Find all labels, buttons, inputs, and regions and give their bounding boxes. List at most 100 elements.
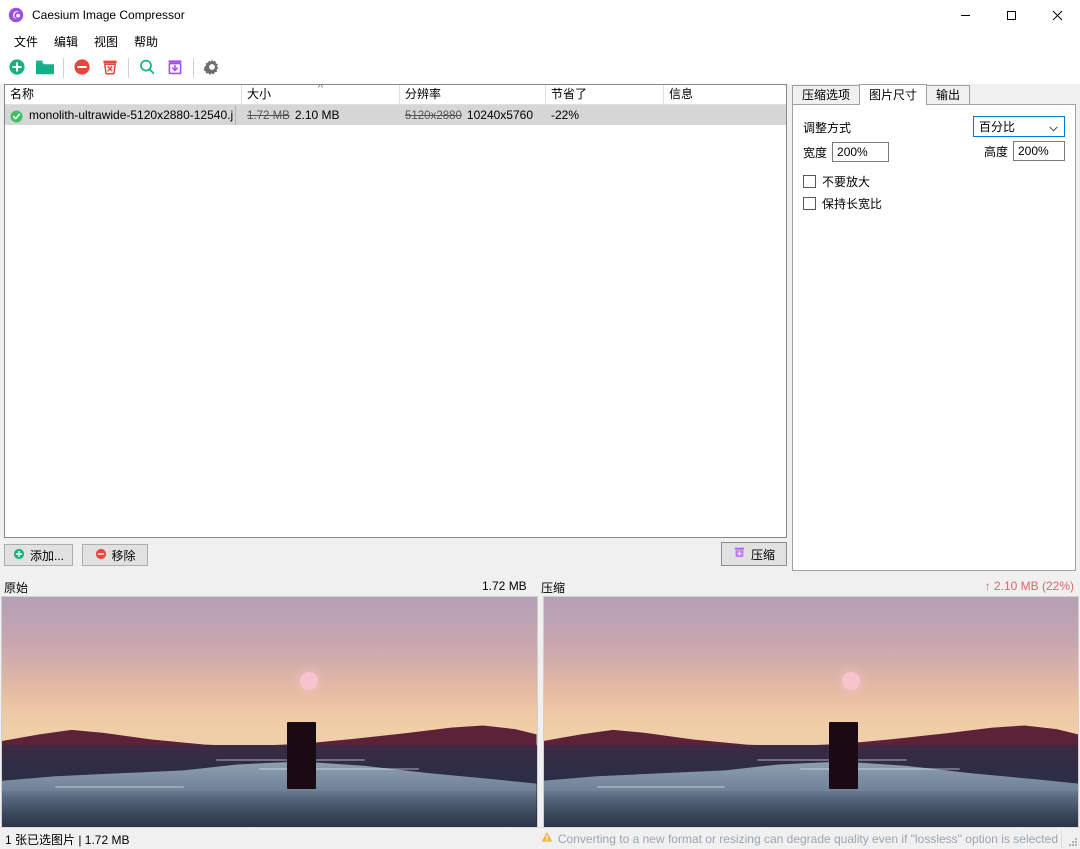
column-header-info-label: 信息 <box>669 87 694 101</box>
monolith <box>828 721 858 789</box>
window-controls <box>942 0 1080 30</box>
folder-icon <box>35 58 55 79</box>
gear-icon <box>203 58 221 79</box>
tab-output[interactable]: 输出 <box>926 85 971 105</box>
close-button[interactable] <box>1034 0 1080 30</box>
settings-button[interactable] <box>198 54 226 82</box>
preview-header: 原始 1.72 MB 压缩 ↑ 2.10 MB (22%) <box>0 578 1080 596</box>
keep-aspect-checkbox[interactable] <box>803 196 816 210</box>
column-header-name[interactable]: 名称 <box>5 85 242 105</box>
menu-bar: 文件 编辑 视图 帮助 <box>0 30 1080 52</box>
add-folder-button[interactable] <box>31 54 59 82</box>
list-action-buttons: 添加... 移除 压缩 <box>4 540 787 570</box>
minus-circle-icon <box>73 58 91 79</box>
size-new-value: 2.10 MB <box>294 108 340 122</box>
monolith <box>287 721 317 789</box>
toolbar-separator <box>128 58 129 78</box>
resize-mode-row: 调整方式 百分比 <box>803 116 1065 138</box>
preview-button[interactable] <box>133 54 161 82</box>
cell-size: 1.72 MB 2.10 MB <box>242 105 400 125</box>
preview-compressed-label: 压缩 <box>541 581 566 595</box>
menu-help[interactable]: 帮助 <box>126 31 166 52</box>
tab-panel-image-size: 调整方式 百分比 宽度 200% 高度 200% 不要放大 保持长宽比 <box>792 104 1076 571</box>
preview-original-label: 原始 <box>4 581 29 595</box>
column-header-saved[interactable]: 节省了 <box>546 85 664 105</box>
table-row[interactable]: monolith-ultrawide-5120x2880-12540.j 1.7… <box>5 105 786 125</box>
remove-button[interactable]: 移除 <box>82 544 149 566</box>
compress-button[interactable]: 压缩 <box>721 542 787 566</box>
status-separator <box>1061 830 1062 848</box>
preview-compressed-image[interactable] <box>542 596 1079 829</box>
height-label: 高度 <box>983 144 1008 159</box>
column-header-resolution[interactable]: 分辨率 <box>400 85 546 105</box>
resize-mode-select[interactable]: 百分比 <box>973 116 1065 137</box>
warning-triangle-icon <box>541 831 553 846</box>
tab-compression-options[interactable]: 压缩选项 <box>792 85 861 105</box>
resize-grip[interactable] <box>1067 836 1077 846</box>
options-tabs: 压缩选项 图片尺寸 输出 <box>792 84 1076 105</box>
file-name-text: monolith-ultrawide-5120x2880-12540.j <box>29 105 237 125</box>
trash-x-icon <box>101 58 119 79</box>
width-input[interactable]: 200% <box>832 142 890 162</box>
main-area: 名称 大小 ^ 分辨率 节省了 信息 monolith-ultrawide-51… <box>0 84 1080 572</box>
landscape-scene <box>2 597 537 828</box>
cell-name: monolith-ultrawide-5120x2880-12540.j <box>5 105 242 125</box>
remove-files-button[interactable] <box>68 54 96 82</box>
file-list-panel[interactable]: 名称 大小 ^ 分辨率 节省了 信息 monolith-ultrawide-51… <box>4 84 787 538</box>
window-title: Caesium Image Compressor <box>32 8 185 22</box>
no-enlarge-row[interactable]: 不要放大 <box>803 170 1065 192</box>
sky <box>543 597 1078 750</box>
minimize-button[interactable] <box>942 0 988 30</box>
compress-button-label: 压缩 <box>750 547 775 562</box>
keep-aspect-row[interactable]: 保持长宽比 <box>803 192 1065 214</box>
desert-floor-shadow <box>2 791 537 828</box>
height-input[interactable]: 200% <box>1013 141 1065 161</box>
desert-floor-shadow <box>543 791 1078 828</box>
menu-view[interactable]: 视图 <box>86 31 126 52</box>
minus-circle-icon <box>95 548 107 563</box>
caesium-logo-icon <box>8 7 24 23</box>
options-panel: 压缩选项 图片尺寸 输出 调整方式 百分比 宽度 200% 高度 200% 不要… <box>792 84 1076 571</box>
resize-mode-label: 调整方式 <box>803 120 852 135</box>
cell-saved: -22% <box>551 108 580 122</box>
add-button-label: 添加... <box>30 548 65 563</box>
preview-original-image[interactable] <box>1 596 538 829</box>
preview-compressed-size: ↑ 2.10 MB (22%) <box>984 579 1074 593</box>
status-bar: 1 张已选图片 | 1.72 MB Converting to a new fo… <box>0 827 1080 849</box>
status-success-icon <box>10 109 23 122</box>
sun <box>841 672 860 691</box>
file-list-header: 名称 大小 ^ 分辨率 节省了 信息 <box>5 85 786 105</box>
preview-original-size: 1.72 MB <box>482 579 527 593</box>
no-enlarge-label: 不要放大 <box>822 174 871 189</box>
clear-list-button[interactable] <box>96 54 124 82</box>
resolution-new-value: 10240x5760 <box>466 108 533 122</box>
plus-circle-icon <box>8 58 26 79</box>
maximize-button[interactable] <box>988 0 1034 30</box>
download-box-icon <box>166 58 184 79</box>
add-files-button[interactable] <box>3 54 31 82</box>
column-header-size[interactable]: 大小 ^ <box>242 85 400 105</box>
tab-image-size[interactable]: 图片尺寸 <box>859 84 928 105</box>
menu-file[interactable]: 文件 <box>6 31 46 52</box>
toolbar-separator <box>193 58 194 78</box>
column-header-name-label: 名称 <box>10 87 35 101</box>
magnifier-icon <box>138 58 156 79</box>
landscape-scene <box>543 597 1078 828</box>
chevron-down-icon <box>1049 122 1058 131</box>
dimensions-row: 宽度 200% 高度 200% <box>803 141 1065 163</box>
status-warning: Converting to a new format or resizing c… <box>541 831 1058 846</box>
column-header-saved-label: 节省了 <box>551 87 588 101</box>
sand-streak <box>258 767 419 770</box>
status-warning-text: Converting to a new format or resizing c… <box>557 831 1058 846</box>
status-selection-text: 1 张已选图片 | 1.72 MB <box>5 833 130 847</box>
compress-button-toolbar[interactable] <box>161 54 189 82</box>
sand-streak <box>800 767 961 770</box>
plus-circle-icon <box>13 548 25 563</box>
download-box-icon <box>733 546 746 562</box>
add-button[interactable]: 添加... <box>4 544 74 566</box>
cell-info <box>664 105 786 125</box>
menu-edit[interactable]: 编辑 <box>46 31 86 52</box>
cell-resolution: 5120x2880 10240x5760 <box>400 105 546 125</box>
column-header-info[interactable]: 信息 <box>664 85 786 105</box>
no-enlarge-checkbox[interactable] <box>803 174 816 188</box>
